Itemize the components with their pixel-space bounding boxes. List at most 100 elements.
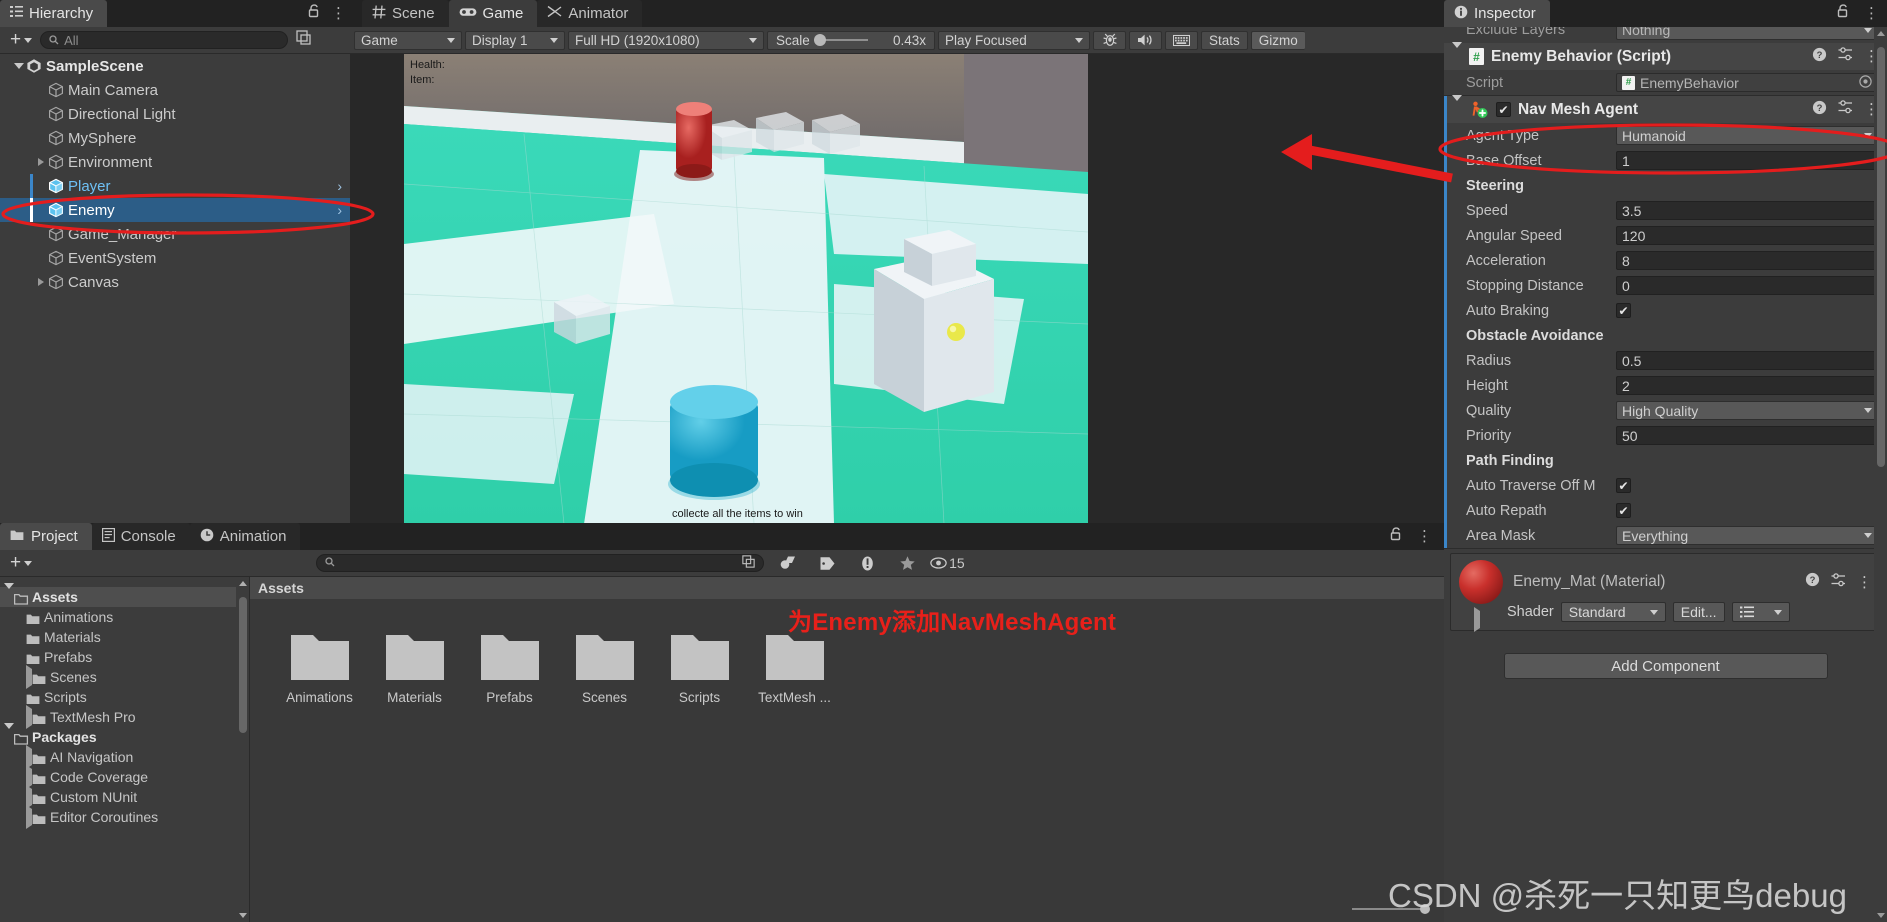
hierarchy-item-player[interactable]: Player › — [0, 174, 350, 198]
display-dropdown[interactable]: Display 1 — [465, 30, 565, 50]
preset-icon[interactable] — [1838, 47, 1853, 66]
bug-icon[interactable] — [1093, 30, 1126, 50]
expand-arrow-icon[interactable] — [1452, 41, 1462, 66]
project-tree-item-textmesh-pro[interactable]: TextMesh Pro — [0, 705, 249, 729]
property-input[interactable]: 120 — [1616, 226, 1878, 245]
fold-arrow-icon[interactable] — [4, 583, 14, 605]
stats-button[interactable]: Stats — [1201, 30, 1248, 50]
panel-menu-icon[interactable]: ⋮ — [1417, 529, 1432, 544]
tab-game[interactable]: Game — [448, 0, 538, 27]
property-input[interactable]: 2 — [1616, 376, 1878, 395]
warning-filter-icon[interactable] — [850, 555, 884, 572]
project-tree-item-scripts[interactable]: Scripts — [0, 687, 249, 707]
project-tree-item-packages[interactable]: Packages — [0, 723, 249, 747]
preset-icon[interactable] — [1831, 572, 1846, 592]
project-tree-item-assets[interactable]: Assets — [0, 583, 249, 607]
tab-inspector[interactable]: Inspector — [1444, 0, 1550, 27]
property-checkbox[interactable]: ✔ — [1616, 478, 1631, 493]
tab-console[interactable]: Console — [91, 523, 190, 550]
project-tree-item-editor-coroutines[interactable]: Editor Coroutines — [0, 805, 249, 829]
property-input[interactable]: 0 — [1616, 276, 1878, 295]
hierarchy-item-eventsystem[interactable]: EventSystem — [0, 246, 350, 270]
component-menu-icon[interactable]: ⋮ — [1857, 575, 1872, 590]
asset-grid-item[interactable]: Scripts — [652, 631, 747, 705]
property-input[interactable]: 1 — [1616, 151, 1878, 170]
open-prefab-chevron-icon[interactable]: › — [337, 202, 342, 218]
tab-project[interactable]: Project — [0, 523, 92, 550]
speaker-icon[interactable] — [1129, 30, 1162, 50]
search-jump-icon[interactable] — [742, 555, 755, 571]
project-tree-item-animations[interactable]: Animations — [0, 607, 249, 627]
script-object-field[interactable]: # EnemyBehavior — [1616, 73, 1878, 92]
shader-edit-button[interactable]: Edit... — [1672, 602, 1725, 622]
scale-slider[interactable]: Scale 0.43x — [767, 30, 935, 50]
expand-arrow-icon[interactable] — [1452, 94, 1462, 119]
asset-grid-item[interactable]: Animations — [272, 631, 367, 705]
help-icon[interactable]: ? — [1812, 100, 1827, 120]
tab-animation[interactable]: Animation — [189, 523, 301, 550]
fold-arrow-icon[interactable] — [12, 63, 26, 69]
hierarchy-item-enemy[interactable]: Enemy › — [0, 198, 350, 222]
fold-arrow-icon[interactable] — [34, 278, 48, 286]
asset-grid-item[interactable]: Prefabs — [462, 631, 557, 705]
gizmos-button[interactable]: Gizmo — [1250, 30, 1305, 50]
add-object-button[interactable]: + — [6, 30, 36, 49]
fold-arrow-icon[interactable] — [4, 723, 14, 745]
label-filter-icon[interactable] — [810, 555, 844, 572]
keyboard-icon[interactable] — [1165, 30, 1198, 50]
asset-grid-item[interactable]: TextMesh ... — [747, 631, 842, 705]
panel-menu-icon[interactable]: ⋮ — [331, 6, 346, 21]
property-input[interactable]: 0.5 — [1616, 351, 1878, 370]
enemy-behavior-header[interactable]: # Enemy Behavior (Script) ? ⋮ — [1444, 41, 1887, 70]
preset-list-icon[interactable] — [1731, 602, 1790, 622]
lock-icon[interactable] — [1390, 527, 1403, 546]
hierarchy-item-canvas[interactable]: Canvas — [0, 270, 350, 294]
project-tree-item-prefabs[interactable]: Prefabs — [0, 647, 249, 667]
hierarchy-item-mysphere[interactable]: MySphere — [0, 126, 350, 150]
property-dropdown[interactable]: Everything — [1616, 526, 1878, 545]
hierarchy-item-directional-light[interactable]: Directional Light — [0, 102, 350, 126]
project-tree-item-code-coverage[interactable]: Code Coverage — [0, 765, 249, 789]
open-prefab-chevron-icon[interactable]: › — [337, 178, 342, 194]
property-input[interactable]: 3.5 — [1616, 201, 1878, 220]
hierarchy-item-environment[interactable]: Environment — [0, 150, 350, 174]
asset-grid-item[interactable]: Materials — [367, 631, 462, 705]
property-dropdown[interactable]: High Quality — [1616, 401, 1878, 420]
property-checkbox[interactable]: ✔ — [1616, 303, 1631, 318]
hierarchy-item-game-manager[interactable]: Game_Manager — [0, 222, 350, 246]
property-checkbox[interactable]: ✔ — [1616, 503, 1631, 518]
hierarchy-item-main-camera[interactable]: Main Camera — [0, 78, 350, 102]
tab-scene[interactable]: Scene — [362, 0, 449, 27]
project-tree-item-custom-nunit[interactable]: Custom NUnit — [0, 785, 249, 809]
create-asset-button[interactable]: + — [6, 553, 36, 572]
lock-icon[interactable] — [1837, 4, 1850, 23]
project-tree-item-scenes[interactable]: Scenes — [0, 665, 249, 689]
favorite-filter-icon[interactable] — [890, 555, 924, 572]
project-tree-item-ai-navigation[interactable]: AI Navigation — [0, 745, 249, 769]
search-input[interactable]: All — [40, 31, 289, 49]
help-icon[interactable]: ? — [1812, 47, 1827, 67]
view-mode-dropdown[interactable]: Game — [354, 30, 462, 50]
hierarchy-item-samplescene[interactable]: SampleScene — [0, 54, 350, 78]
add-component-button[interactable]: Add Component — [1503, 653, 1828, 679]
nav-mesh-agent-header[interactable]: ✔ Nav Mesh Agent ? ⋮ — [1444, 94, 1887, 123]
resolution-dropdown[interactable]: Full HD (1920x1080) — [568, 30, 764, 50]
visible-count-indicator[interactable]: 15 — [930, 555, 975, 571]
exclude-layers-dropdown[interactable]: Nothing — [1616, 27, 1878, 40]
search-jump-icon[interactable] — [296, 30, 311, 50]
property-dropdown[interactable]: Humanoid — [1616, 126, 1878, 145]
help-icon[interactable]: ? — [1805, 572, 1820, 592]
lock-icon[interactable] — [308, 4, 321, 23]
preset-icon[interactable] — [1838, 100, 1853, 119]
material-expand-arrow[interactable] — [1474, 607, 1480, 632]
tab-animator[interactable]: Animator — [537, 0, 643, 27]
material-header[interactable]: Enemy_Mat (Material) ? ⋮ — [1451, 554, 1880, 606]
play-mode-dropdown[interactable]: Play Focused — [938, 30, 1090, 50]
property-input[interactable]: 50 — [1616, 426, 1878, 445]
panel-menu-icon[interactable]: ⋮ — [1864, 6, 1879, 21]
fold-arrow-icon[interactable] — [34, 158, 48, 166]
tab-hierarchy[interactable]: Hierarchy — [0, 0, 108, 27]
project-tree-item-materials[interactable]: Materials — [0, 627, 249, 647]
asset-grid-item[interactable]: Scenes — [557, 631, 652, 705]
object-picker-icon[interactable] — [1859, 74, 1872, 91]
